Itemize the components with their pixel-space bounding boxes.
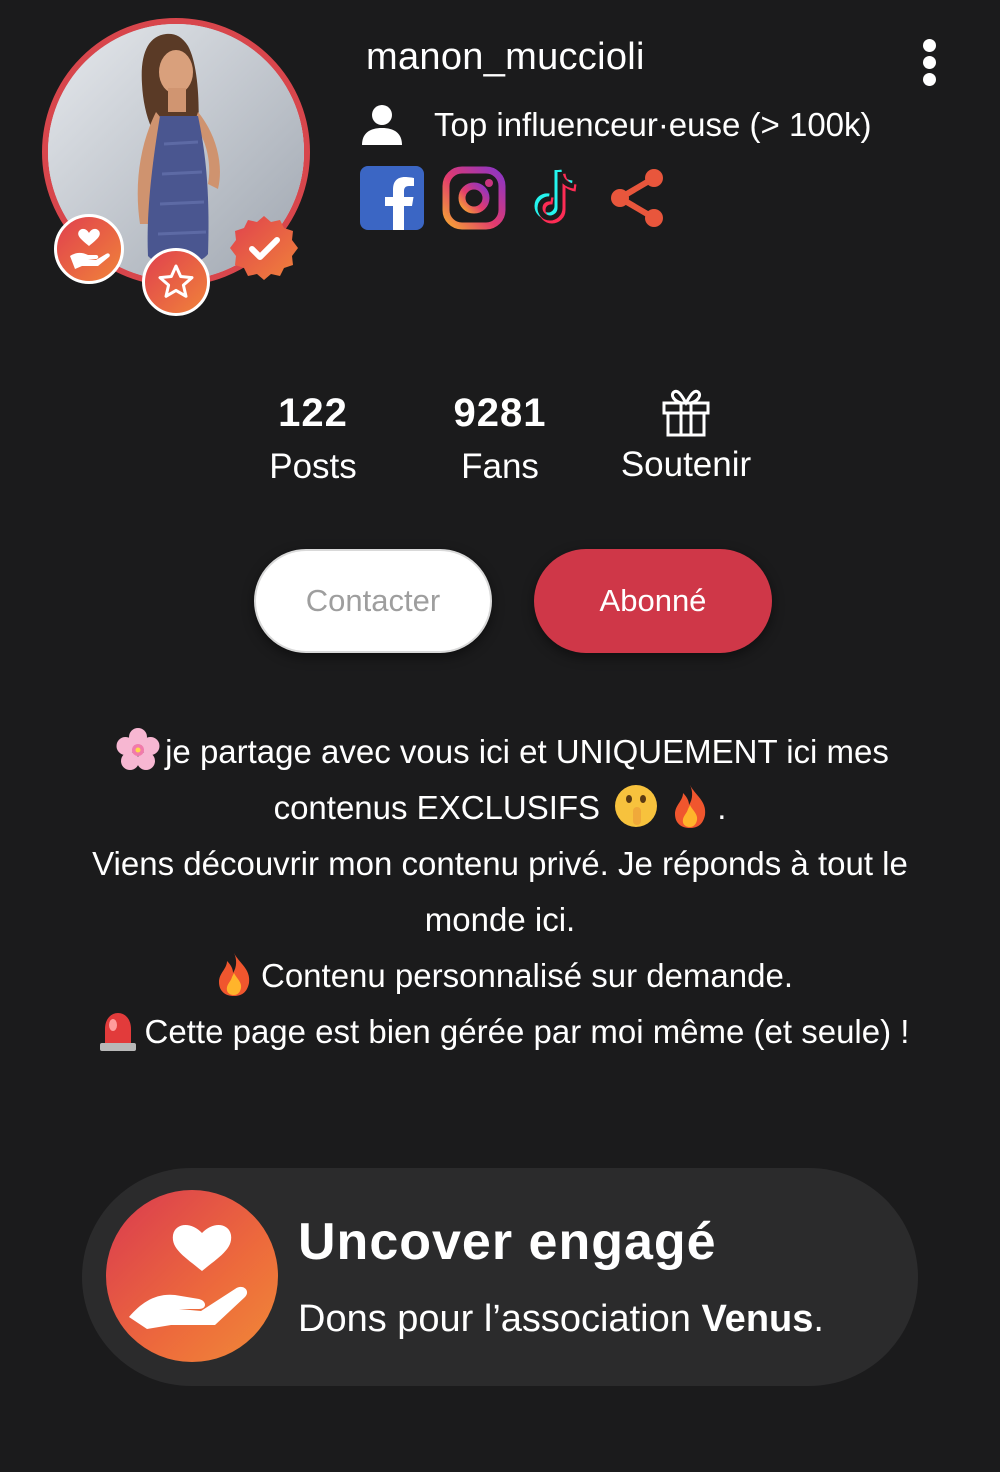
bio-line: Contenu personnalisé sur demande.	[20, 948, 980, 1004]
fans-count: 9281	[453, 391, 547, 435]
instagram-icon[interactable]	[442, 166, 506, 230]
category-label: Top influenceur·euse (> 100k)	[434, 106, 872, 143]
bio-text: contenus EXCLUSIFS	[273, 789, 601, 826]
support-label: Soutenir	[620, 445, 752, 484]
profile-bio: je partage avec vous ici et UNIQUEMENT i…	[20, 724, 980, 1060]
subscribed-button[interactable]: Abonné	[534, 549, 772, 653]
posts-label: Posts	[269, 447, 357, 486]
contact-button[interactable]: Contacter	[254, 549, 492, 653]
profile-category: Top influenceur·euse (> 100k)	[360, 100, 872, 150]
more-options-button[interactable]	[914, 36, 944, 92]
bio-text: je partage avec vous ici et UNIQUEMENT i…	[165, 733, 889, 770]
username: manon_muccioli	[366, 36, 645, 78]
charity-subtitle: Dons pour l’association Venus.	[298, 1298, 824, 1341]
support-button[interactable]: Soutenir	[596, 385, 776, 485]
charity-badge-icon	[54, 214, 124, 284]
social-links	[360, 166, 670, 230]
charity-card[interactable]: Uncover engagé Dons pour l’association V…	[82, 1168, 918, 1386]
bio-text: .	[717, 789, 727, 826]
shushing-face-icon	[615, 785, 658, 828]
star-badge-icon	[142, 248, 210, 316]
profile-stats: 122 Posts 9281 Fans Soutenir	[0, 385, 1000, 505]
tiktok-icon[interactable]	[524, 166, 588, 230]
charity-subtitle-end: .	[813, 1298, 824, 1340]
person-icon	[362, 105, 402, 145]
posts-stat[interactable]: 122 Posts	[223, 385, 403, 487]
posts-count: 122	[278, 391, 348, 435]
more-dot-icon	[922, 56, 936, 69]
bio-line: contenus EXCLUSIFS .	[20, 780, 980, 836]
fire-icon	[675, 785, 706, 829]
share-icon[interactable]	[606, 166, 670, 230]
bio-line: Viens découvrir mon contenu privé. Je ré…	[92, 845, 908, 882]
bio-line: monde ici.	[424, 901, 576, 938]
charity-subtitle-text: Dons pour l’association	[298, 1298, 702, 1340]
cherry-blossom-icon	[116, 728, 160, 771]
bio-line: Cette page est bien gérée par moi même (…	[20, 1004, 980, 1060]
fans-stat[interactable]: 9281 Fans	[410, 385, 590, 487]
facebook-icon[interactable]	[360, 166, 424, 230]
bio-text: Contenu personnalisé sur demande.	[260, 957, 793, 994]
profile-page: manon_muccioli Top influenceur·euse (> 1…	[0, 0, 1000, 1472]
fire-icon	[218, 953, 250, 997]
bio-text: Cette page est bien gérée par moi même (…	[144, 1013, 910, 1050]
bio-line: je partage avec vous ici et UNIQUEMENT i…	[20, 724, 980, 780]
avatar-container	[42, 18, 310, 316]
charity-hand-heart-icon	[106, 1190, 278, 1362]
gift-icon	[662, 389, 710, 437]
police-light-icon	[99, 1013, 136, 1052]
verified-badge-icon	[230, 214, 298, 282]
charity-association-name: Venus	[701, 1298, 814, 1340]
fans-label: Fans	[461, 447, 539, 486]
charity-title: Uncover engagé	[298, 1213, 717, 1271]
more-dot-icon	[922, 73, 936, 86]
more-dot-icon	[922, 39, 936, 52]
